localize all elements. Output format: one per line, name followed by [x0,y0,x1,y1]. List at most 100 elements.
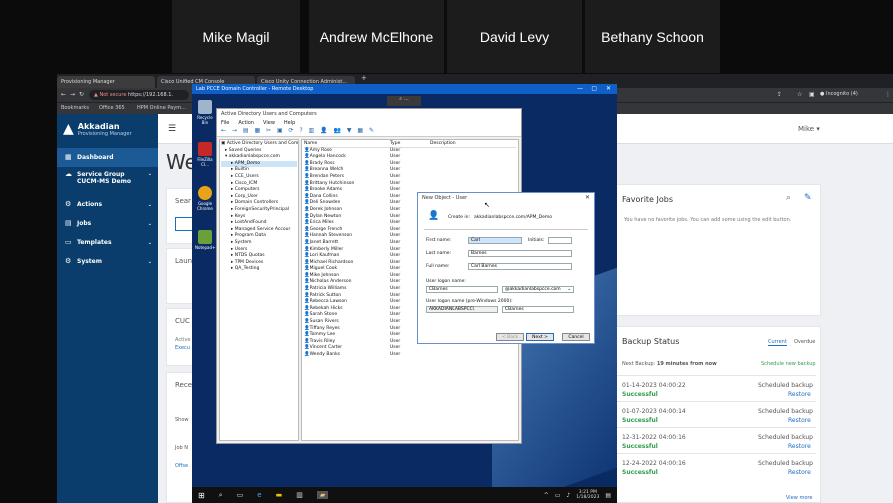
view-more-link[interactable]: View more [786,495,812,501]
user-row[interactable]: 👤 Wendy Banks User [304,352,516,359]
windows-start-icon[interactable]: ⊞ [198,491,205,500]
tree-item[interactable]: ▾ akkadianlabspcce.com [221,154,297,161]
user-row[interactable]: 👤 Brendan Peters User [304,174,516,181]
close-icon[interactable]: ✕ [606,85,611,92]
aduc-toolbar[interactable]: ← → ▤ ▦ ✂ ▣ ⟳ ? ▥ 👤 👥 ▼ ▦ ✎ [217,127,521,137]
server-manager-icon[interactable]: ▥ [296,491,303,499]
backup-status: Successful [622,417,658,424]
user-name: Janet Barrett [309,239,339,245]
network-icon[interactable]: ▭ [555,492,561,499]
bookmark-item[interactable]: Bookmarks [61,105,89,111]
maximize-icon[interactable]: ▢ [591,85,597,92]
incognito-label[interactable]: ● Incognito (4) [820,91,858,97]
tree-item[interactable]: ▸ Builtin [221,167,297,174]
notifications-icon[interactable]: ▤ [605,492,611,499]
sidebar-item-templates[interactable]: ▭ Templates ⌄ [57,233,158,252]
menu-icon[interactable]: ⋮ [885,91,891,98]
tree-item[interactable]: ▸ NTDS Quotas [221,253,297,260]
back-button[interactable]: < Back [496,333,524,341]
tree-item[interactable]: ▸ QA_Testing [221,266,297,273]
backup-date: 12-31-2022 04:00:16 [622,434,686,441]
hamburger-icon[interactable]: ☰ [168,124,176,134]
launch-card-title: Laun [175,257,193,265]
restore-link[interactable]: Restore [788,417,811,424]
tree-item[interactable]: ▸ Computers [221,187,297,194]
column-header-type[interactable]: Type [390,141,430,147]
tree-item[interactable]: ▸ Program Data [221,233,297,240]
next-button[interactable]: Next > [526,333,554,341]
browser-tab[interactable]: Provisioning Manager [57,76,155,88]
bookmark-star-icon[interactable]: ☆ [797,91,802,98]
tree-item[interactable]: ▸ CCE_Users [221,174,297,181]
logon-domain-select[interactable]: @akkadianlabspcce.com ⌄ [502,286,574,293]
tree-item[interactable]: ▸ ForeignSecurityPrincipal [221,207,297,214]
edge-icon[interactable]: e [257,491,261,499]
schedule-new-backup-link[interactable]: Schedule new backup [761,361,816,367]
tree-item[interactable]: ▸ LostAndFound [221,220,297,227]
url-field[interactable]: ▲ Not secure https://192.168.1. [89,90,189,100]
user-name: Rebecca Lawson [309,299,347,305]
tray-chevron-icon[interactable]: ^ [544,492,549,499]
taskbar-clock[interactable]: 3:21 PM 1/18/2023 [576,490,599,500]
full-name-field[interactable]: Carl Barnes [468,263,572,270]
tree-item[interactable]: ▸ Domain Controllers [221,200,297,207]
logon-name-field[interactable]: CBarnes [426,286,498,293]
initials-field[interactable] [548,237,572,244]
reload-icon[interactable]: ↻ [79,91,84,98]
tab-current[interactable]: Current [768,339,787,346]
bookmark-item[interactable]: Office 365 [99,105,125,111]
file-explorer-icon[interactable]: ▬ [276,491,283,499]
sidebar-item-service-group[interactable]: ☁ Service Group CUCM-MS Demo ⌄ [57,167,158,195]
sidebar-item-system[interactable]: ⚙ System ⌄ [57,252,158,271]
user-row[interactable]: 👤 Vincent Carter User [304,345,516,352]
user-row[interactable]: 👤 Angela Hancock User [304,154,516,161]
edit-icon[interactable]: ✎ [804,193,812,203]
first-name-label: First name: [426,238,452,243]
volume-icon[interactable]: ♪ [566,492,570,499]
tree-item[interactable]: ▣ Active Directory Users and Com [221,141,298,148]
backup-row: 12-24-2022 04:00:16 Successful Scheduled… [616,453,816,479]
user-name: Tommy Lee [309,332,336,338]
aduc-taskbar-icon[interactable]: ▰ [316,491,329,499]
filezilla-icon[interactable]: FileZilla Cl... [195,142,215,167]
tree-item-label: NTDS Quotas [234,253,265,259]
brand: ▲ Akkadian Provisioning Manager [57,114,158,144]
share-icon[interactable]: ⇪ [777,91,782,98]
split-view-icon[interactable]: ▣ [809,91,815,98]
restore-link[interactable]: Restore [788,391,811,398]
menu-help[interactable]: Help [284,120,295,126]
task-view-icon[interactable]: ▭ [237,491,244,499]
menu-file[interactable]: File [221,120,229,126]
user-row[interactable]: 👤 Breanna Welch User [304,167,516,174]
forward-icon[interactable]: → [70,91,75,98]
back-icon[interactable]: ← [61,91,66,98]
sidebar-item-actions[interactable]: ⚙ Actions ⌄ [57,195,158,214]
offset-link[interactable]: Offse [175,463,188,469]
first-name-field[interactable]: Carl [468,237,522,244]
column-header-description[interactable]: Description [430,141,456,147]
menu-action[interactable]: Action [238,120,254,126]
last-name-field[interactable]: Barnes [468,250,572,257]
user-menu[interactable]: Mike ▾ [798,125,820,133]
cancel-button[interactable]: Cancel [562,333,590,341]
tab-overdue[interactable]: Overdue [794,339,815,345]
sidebar-item-dashboard[interactable]: ▦ Dashboard [57,148,158,167]
notepadpp-icon[interactable]: Notepad++ [195,230,219,250]
search-icon[interactable]: ⌕ [786,193,791,203]
exec-link[interactable]: Execu [175,345,190,351]
pre2000-name-field[interactable]: CBarnes [502,306,574,313]
tree-item[interactable]: ▸ System [221,240,297,247]
search-icon[interactable]: ⌕ [219,491,223,500]
user-type: User [390,352,401,357]
minimize-icon[interactable]: — [577,85,583,92]
close-icon[interactable]: ✕ [585,194,590,201]
sidebar-item-jobs[interactable]: ▤ Jobs ⌄ [57,214,158,233]
bookmark-item[interactable]: HPM Online Paym... [137,105,186,111]
restore-link[interactable]: Restore [788,443,811,450]
menu-view[interactable]: View [263,120,275,126]
chrome-icon[interactable]: Google Chrome [195,186,215,211]
column-header-name[interactable]: Name [304,141,390,147]
rdp-zoom-bar[interactable]: ⌕ … [387,96,421,106]
restore-link[interactable]: Restore [788,469,811,476]
recycle-bin-icon[interactable]: Recycle Bin [195,100,215,125]
